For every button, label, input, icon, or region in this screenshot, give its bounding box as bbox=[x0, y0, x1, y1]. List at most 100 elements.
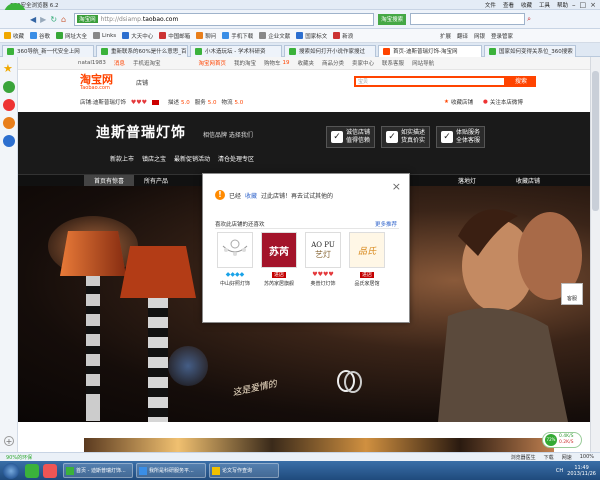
store-name[interactable]: 店铺:迪斯普瑞灯饰 bbox=[80, 98, 126, 106]
home-icon[interactable]: ⌂ bbox=[61, 15, 66, 24]
modal-close-button[interactable]: × bbox=[392, 180, 401, 193]
chat-icon[interactable] bbox=[3, 81, 15, 93]
speed-widget[interactable]: 72% 0.4K/S 0.2K/S bbox=[542, 432, 582, 448]
address-field[interactable]: 淘宝网 http://dsiamp. taobao.com bbox=[74, 12, 375, 26]
shop-card[interactable]: ◆◆◆◆ 中山好照灯饰 bbox=[216, 232, 254, 287]
globe-icon[interactable] bbox=[3, 135, 15, 147]
taobao-logo[interactable]: 淘宝网 Taobao.com bbox=[80, 74, 113, 91]
start-button[interactable] bbox=[3, 462, 19, 479]
status-item[interactable]: 浏览器医生 bbox=[511, 454, 536, 461]
message-link[interactable]: 消息 bbox=[114, 59, 125, 67]
status-item[interactable]: 网速 bbox=[562, 454, 572, 461]
tool-item[interactable]: 翻译 bbox=[457, 32, 468, 40]
shop-name[interactable]: 苏芮家居旗舰 bbox=[264, 280, 294, 287]
shop-logo[interactable]: 苏芮 bbox=[261, 232, 297, 268]
top-link[interactable]: 收藏夹 bbox=[298, 59, 315, 67]
store-search-input[interactable]: 宝贝 bbox=[354, 76, 506, 87]
shop-logo[interactable]: AO PU 艺灯 bbox=[305, 232, 341, 268]
shop-logo[interactable] bbox=[217, 232, 253, 268]
bookmark-item[interactable]: 大天中心 bbox=[122, 32, 153, 40]
visit-badge[interactable]: 进店 bbox=[271, 272, 286, 278]
menu-item[interactable]: 工具 bbox=[539, 1, 550, 9]
bookmark-item[interactable]: 谷歌 bbox=[30, 32, 50, 40]
menu-item[interactable]: 帮助 bbox=[557, 1, 568, 9]
browser-tab[interactable]: 小木造玩坛 - 学术科研资 bbox=[190, 44, 282, 57]
browser-tab[interactable]: 搜索如何打开小说作家搜过 bbox=[284, 44, 376, 57]
browser-tab[interactable]: 首页-迪斯普瑞灯饰-淘宝网 bbox=[378, 44, 482, 57]
store-nav-item[interactable]: 首页有惊喜 bbox=[84, 175, 135, 186]
top-link[interactable]: 联系客服 bbox=[382, 59, 404, 67]
bookmark-item[interactable]: 国家标文 bbox=[296, 32, 327, 40]
more-link[interactable]: 更多推荐 bbox=[375, 220, 397, 228]
top-link[interactable]: 网站导航 bbox=[412, 59, 434, 67]
maximize-button[interactable]: □ bbox=[580, 1, 587, 9]
shop-card[interactable]: AO PU 艺灯 ♥♥♥♥ 奥普灯灯饰 bbox=[304, 232, 342, 287]
shop-card[interactable]: 苏芮进店苏芮家居旗舰 bbox=[260, 232, 298, 287]
shop-name[interactable]: 奥普灯灯饰 bbox=[310, 280, 335, 287]
top-link[interactable]: 我的淘宝 bbox=[234, 59, 256, 67]
bookmark-item[interactable]: 网址大全 bbox=[56, 32, 87, 40]
user-name[interactable]: natal1983 bbox=[78, 60, 106, 66]
taskbar-item[interactable]: 我所是科研服务平... bbox=[136, 463, 206, 478]
browser-taskbar-icon[interactable] bbox=[25, 463, 39, 478]
weibo-icon[interactable] bbox=[3, 99, 15, 111]
banner-subnav-item[interactable]: 镇店之宝 bbox=[142, 154, 166, 163]
star-icon[interactable]: ★ bbox=[3, 63, 15, 75]
bookmark-item[interactable]: 中国邮箱 bbox=[159, 32, 190, 40]
banner-subnav-item[interactable]: 清仓处理专区 bbox=[218, 154, 254, 163]
top-link[interactable]: 商品分类 bbox=[322, 59, 344, 67]
banner-subnav-item[interactable]: 最新促销活动 bbox=[174, 154, 210, 163]
page-scrollbar[interactable] bbox=[590, 57, 600, 452]
bookmark-item[interactable]: 聊问 bbox=[196, 32, 216, 40]
bookmark-item[interactable]: 收藏 bbox=[4, 32, 24, 40]
shop-logo[interactable]: 品氏 bbox=[349, 232, 385, 268]
browser-tab[interactable]: 360导航_新一代安全上网 bbox=[2, 44, 94, 57]
top-link[interactable]: 淘宝网首页 bbox=[198, 59, 226, 67]
tool-item[interactable]: 网银 bbox=[474, 32, 485, 40]
bookmark-item[interactable]: Links bbox=[93, 32, 116, 39]
store-search-button[interactable]: 搜索 bbox=[506, 76, 536, 87]
stop-icon[interactable] bbox=[3, 117, 15, 129]
store-nav-item[interactable]: 落地灯 bbox=[448, 175, 486, 186]
taskbar-item[interactable]: 论文写作查询 bbox=[209, 463, 279, 478]
store-nav-item[interactable]: 所有产品 bbox=[134, 175, 178, 186]
refresh-icon[interactable]: ↻ bbox=[50, 15, 57, 24]
status-item[interactable]: 下载 bbox=[544, 454, 554, 461]
minimize-button[interactable]: – bbox=[572, 1, 576, 9]
tool-item[interactable]: 扩展 bbox=[440, 32, 451, 40]
bookmark-item[interactable]: 企业文献 bbox=[259, 32, 290, 40]
go-button[interactable]: 淘宝搜索 bbox=[378, 13, 407, 25]
search-icon[interactable]: ⌕ bbox=[527, 15, 531, 24]
visit-badge[interactable]: 进店 bbox=[359, 272, 374, 278]
shop-name[interactable]: 中山好照灯饰 bbox=[220, 280, 250, 287]
forward-icon[interactable]: ▶ bbox=[40, 15, 46, 24]
browser-tab[interactable]: 国家如何变得关系位_360搜索 bbox=[484, 44, 576, 57]
back-icon[interactable]: ◀ bbox=[30, 15, 36, 24]
tool-item[interactable]: 登录管家 bbox=[491, 32, 513, 40]
collect-store[interactable]: ★ 收藏店铺 bbox=[444, 98, 473, 106]
follow-weibo[interactable]: ● 关注本店微博 bbox=[483, 98, 523, 106]
zoom-level[interactable]: 100% bbox=[580, 454, 594, 460]
browser-tab[interactable]: 重新联系的60%是什么意思_百 bbox=[96, 44, 188, 57]
menu-item[interactable]: 收藏 bbox=[521, 1, 532, 9]
menu-item[interactable]: 查看 bbox=[503, 1, 514, 9]
taskbar-item[interactable]: 首页 - 迪斯普瑞灯饰... bbox=[63, 463, 133, 478]
top-link[interactable]: 卖家中心 bbox=[352, 59, 374, 67]
banner-subnav-item[interactable]: 新款上市 bbox=[110, 154, 134, 163]
bookmark-item[interactable]: 新浪 bbox=[333, 32, 353, 40]
language-indicator[interactable]: CH bbox=[556, 468, 563, 474]
shop-name[interactable]: 品氏家居馆 bbox=[354, 280, 379, 287]
bookmark-item[interactable]: 手机下载 bbox=[222, 32, 253, 40]
store-nav-item[interactable]: 收藏店铺 bbox=[506, 175, 550, 186]
scrollbar-thumb[interactable] bbox=[592, 71, 599, 211]
top-link[interactable]: 购物车 bbox=[264, 59, 281, 67]
add-icon[interactable]: + bbox=[4, 436, 14, 446]
menu-item[interactable]: 文件 bbox=[485, 1, 496, 9]
customer-service-button[interactable]: 客服 bbox=[561, 283, 583, 305]
mobile-link[interactable]: 手机逛淘宝 bbox=[133, 59, 161, 67]
collect-link[interactable]: 收藏 bbox=[245, 191, 257, 200]
browser-search-input[interactable] bbox=[410, 13, 526, 25]
media-taskbar-icon[interactable] bbox=[43, 463, 57, 478]
shop-card[interactable]: 品氏 进店 品氏家居馆 bbox=[348, 232, 386, 287]
close-window-button[interactable]: × bbox=[590, 1, 596, 9]
